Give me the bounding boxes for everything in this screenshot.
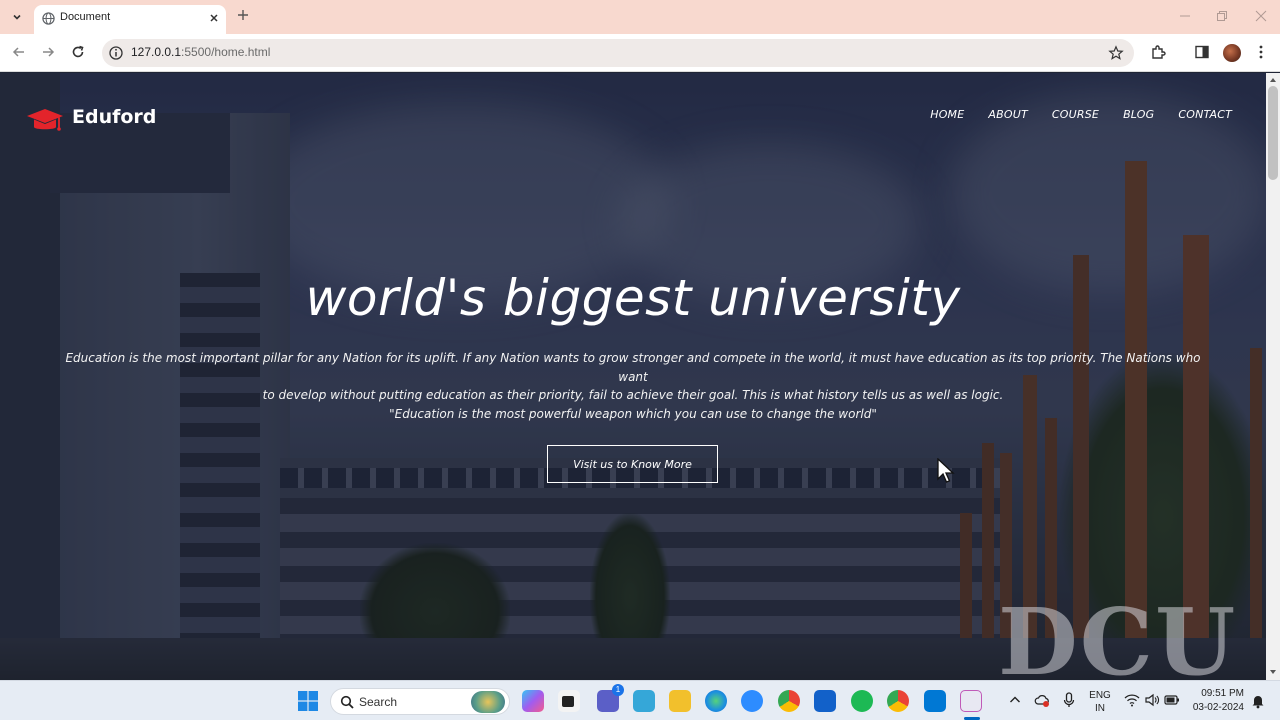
search-icon	[340, 695, 354, 709]
chrome-icon[interactable]	[778, 690, 800, 712]
url-host: 127.0.0.1	[131, 45, 182, 59]
kebab-menu-icon[interactable]	[1255, 44, 1267, 60]
nav-blog[interactable]: BLOG	[1123, 108, 1154, 121]
restore-icon[interactable]	[1215, 9, 1229, 23]
scroll-up-arrow-icon[interactable]	[1269, 76, 1277, 84]
active-tab[interactable]: Document	[34, 5, 226, 34]
system-clock[interactable]: 09:51 PM 03-02-2024	[1193, 687, 1244, 715]
visit-us-button[interactable]: Visit us to Know More	[547, 445, 718, 483]
side-panel-icon[interactable]	[1194, 44, 1210, 60]
hero-description: Education is the most important pillar f…	[60, 349, 1206, 423]
page-viewport: DCU Eduford HOME ABOUT COURSE BLOG CONTA…	[0, 73, 1266, 680]
site-logo-text[interactable]: Eduford	[72, 106, 156, 128]
file-explorer-icon[interactable]	[669, 690, 691, 712]
wifi-icon[interactable]	[1124, 693, 1140, 707]
chrome-profile-icon[interactable]	[887, 690, 909, 712]
teams-notification-badge: 1	[612, 684, 624, 696]
address-bar[interactable]: 127.0.0.1:5500/home.html	[102, 39, 1134, 67]
nav-home[interactable]: HOME	[930, 108, 964, 121]
vscode-icon[interactable]	[924, 690, 946, 712]
hero-quote: "Education is the most powerful weapon w…	[389, 406, 877, 421]
windows-taskbar: Search 1 ENG IN 09:51 PM 03-02-2024	[0, 680, 1280, 720]
hero-description-line-1: Education is the most important pillar f…	[65, 351, 1201, 384]
language-code: ENG	[1089, 690, 1111, 701]
browser-tab-bar: Document	[0, 0, 1280, 34]
nav-about[interactable]: ABOUT	[988, 108, 1028, 121]
chevron-down-icon	[13, 14, 21, 20]
search-highlight-image	[471, 691, 505, 713]
snipping-tool-icon[interactable]	[960, 690, 982, 712]
battery-icon[interactable]	[1164, 694, 1180, 706]
edge-browser-icon[interactable]	[705, 690, 727, 712]
clock-date: 03-02-2024	[1192, 702, 1244, 713]
spotify-icon[interactable]	[851, 690, 873, 712]
mouse-cursor-icon	[937, 458, 955, 483]
hero-title: world's biggest university	[305, 269, 961, 327]
url-text[interactable]: 127.0.0.1:5500/home.html	[131, 45, 270, 59]
extensions-puzzle-icon[interactable]	[1150, 44, 1166, 60]
tab-search-dropdown-button[interactable]	[6, 7, 28, 27]
new-tab-icon[interactable]	[236, 8, 250, 22]
task-view-icon[interactable]	[558, 690, 580, 712]
copilot-icon[interactable]	[522, 690, 544, 712]
forward-arrow-icon[interactable]	[40, 44, 56, 60]
graduation-cap-icon[interactable]	[26, 106, 64, 136]
tab-title: Document	[60, 11, 111, 23]
dcu-sign: DCU	[998, 588, 1238, 680]
remote-desktop-icon[interactable]	[814, 690, 836, 712]
scroll-down-arrow-icon[interactable]	[1269, 668, 1277, 676]
bookmark-star-icon[interactable]	[1108, 45, 1124, 61]
main-nav: HOME ABOUT COURSE BLOG CONTACT	[930, 108, 1232, 121]
region-code: IN	[1095, 703, 1105, 714]
nav-course[interactable]: COURSE	[1052, 108, 1099, 121]
site-info-icon[interactable]	[108, 45, 124, 61]
notification-bell-icon[interactable]	[1251, 693, 1265, 709]
hero-description-line-2: to develop without putting education as …	[262, 388, 1004, 402]
onedrive-cloud-icon[interactable]	[1034, 692, 1050, 708]
teams-icon[interactable]: 1	[597, 684, 624, 712]
minimize-icon[interactable]	[1178, 9, 1192, 23]
input-language[interactable]: ENG IN	[1087, 689, 1113, 715]
windows-start-icon[interactable]	[298, 691, 318, 711]
browser-toolbar: 127.0.0.1:5500/home.html	[0, 34, 1280, 72]
clock-time: 09:51 PM	[1201, 688, 1244, 699]
nav-contact[interactable]: CONTACT	[1178, 108, 1232, 121]
show-hidden-icons-chevron-icon[interactable]	[1009, 695, 1021, 705]
close-tab-icon[interactable]	[208, 12, 220, 24]
search-label: Search	[359, 695, 398, 709]
close-window-icon[interactable]	[1254, 9, 1268, 23]
task-view-glyph	[562, 696, 574, 707]
zoom-icon[interactable]	[741, 690, 763, 712]
microphone-icon[interactable]	[1062, 692, 1076, 708]
scrollbar-thumb[interactable]	[1268, 86, 1278, 180]
reload-icon[interactable]	[70, 44, 86, 60]
volume-icon[interactable]	[1144, 693, 1160, 707]
url-path: :5500/home.html	[181, 45, 271, 59]
notepad-icon[interactable]	[633, 690, 655, 712]
taskbar-search[interactable]: Search	[330, 688, 510, 715]
globe-icon	[42, 12, 55, 25]
profile-avatar[interactable]	[1223, 44, 1241, 62]
back-arrow-icon[interactable]	[11, 44, 27, 60]
